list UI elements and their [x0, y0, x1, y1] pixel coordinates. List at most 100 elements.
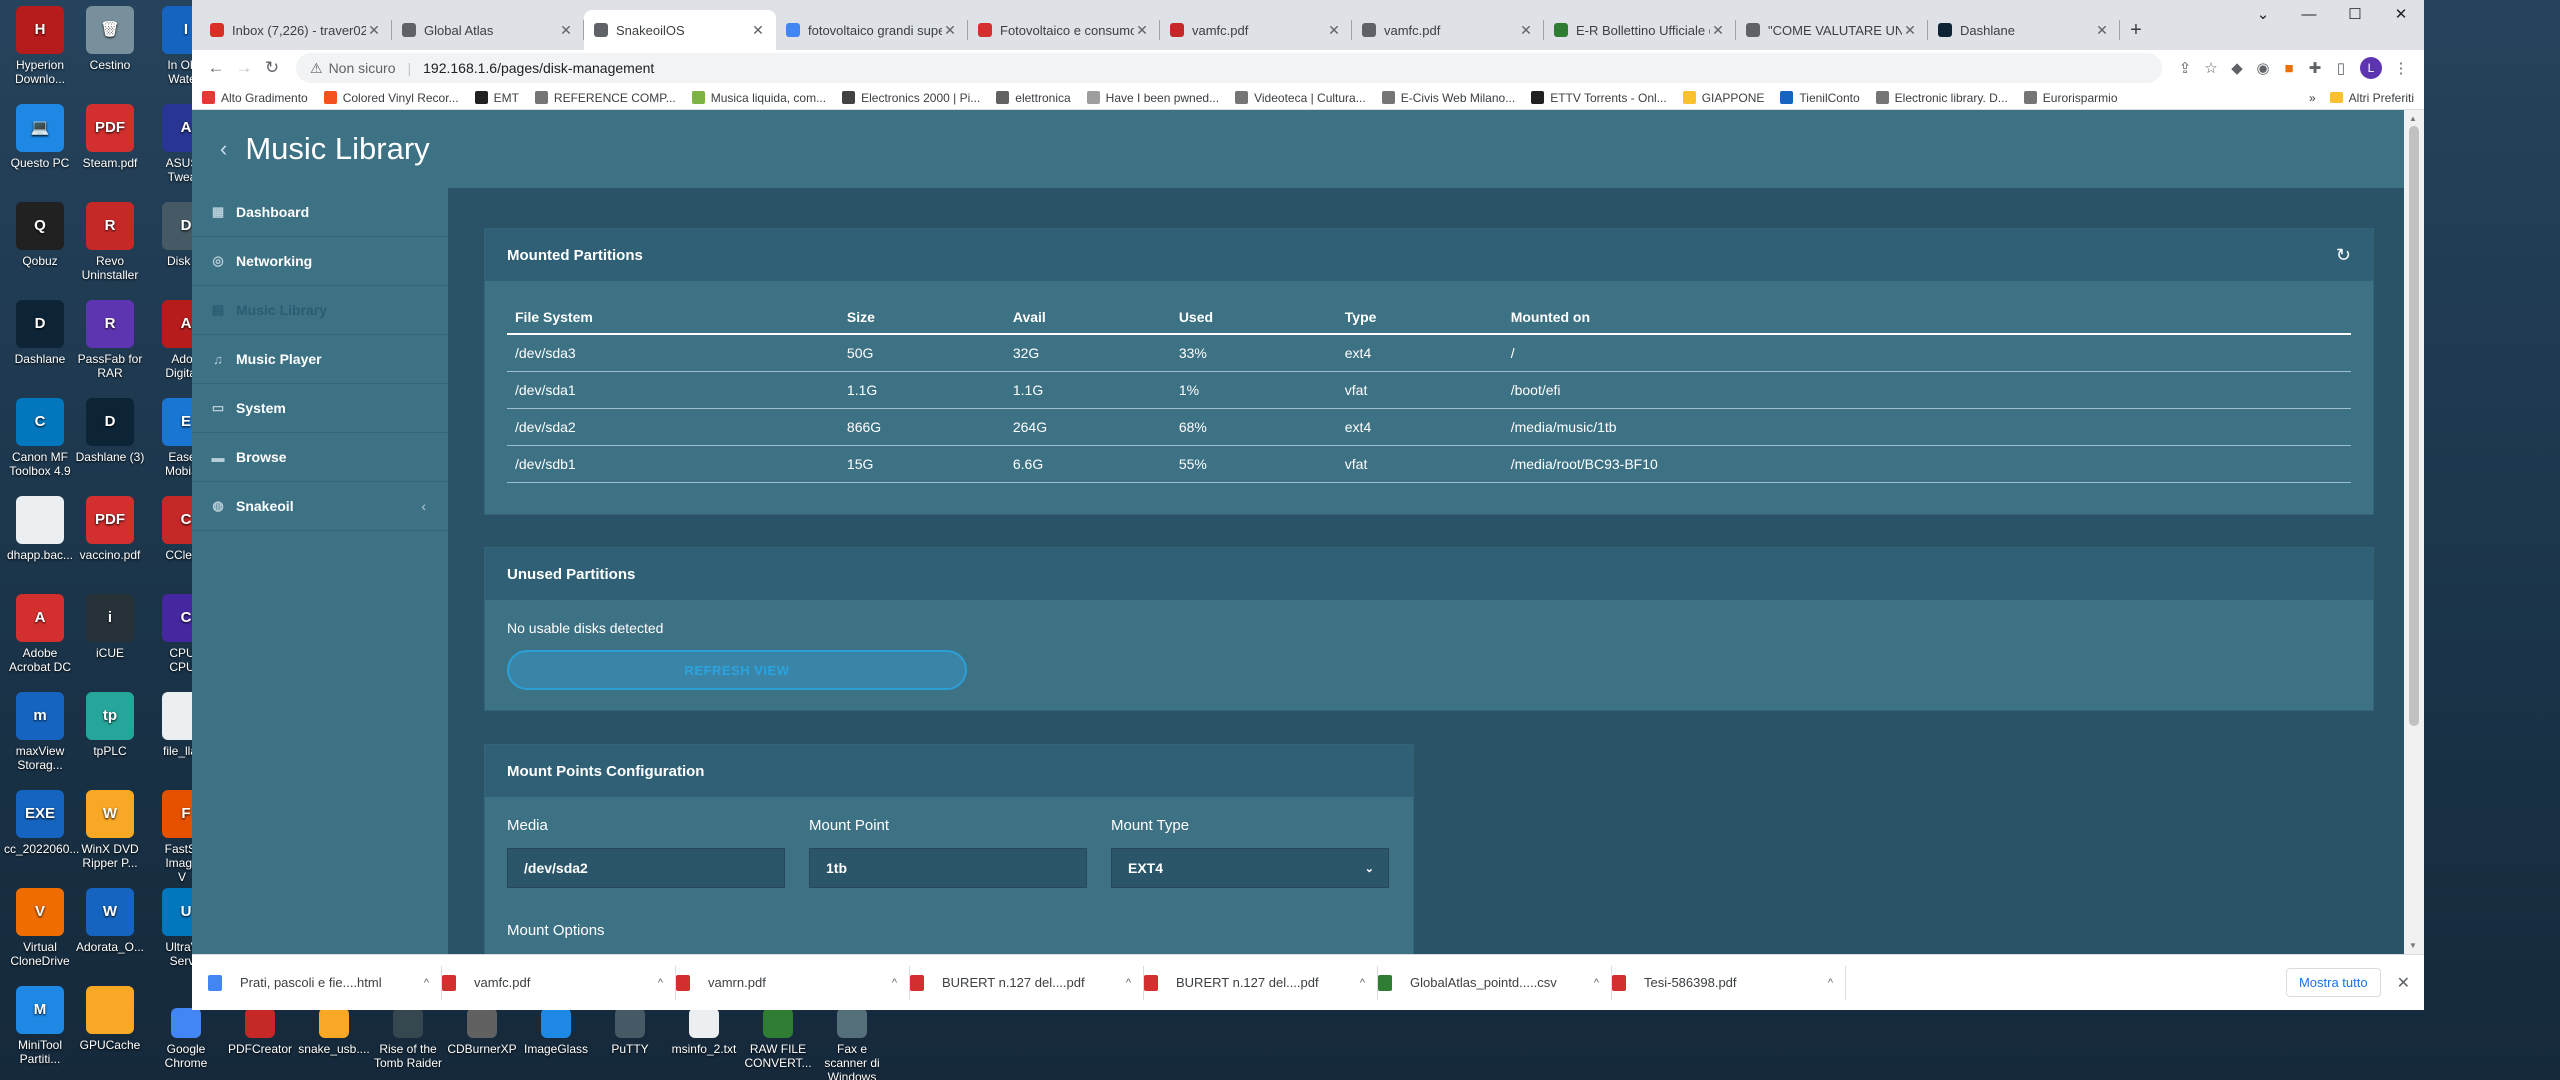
browser-tab[interactable]: "COME VALUTARE UN PI✕: [1736, 10, 1928, 50]
dashlane-extension-icon[interactable]: ◆: [2224, 59, 2250, 77]
mount-point-input[interactable]: 1tb: [809, 848, 1087, 888]
desktop-icon[interactable]: W WinX DVD Ripper P...: [74, 790, 146, 870]
bookmark-item[interactable]: TienilConto: [1780, 91, 1860, 105]
desktop-icon[interactable]: ImageGlass: [520, 1008, 592, 1056]
tab-close-icon[interactable]: ✕: [750, 22, 766, 39]
desktop-icon[interactable]: V Virtual CloneDrive: [4, 888, 76, 968]
refresh-icon[interactable]: ↻: [2336, 245, 2351, 266]
chevron-left-icon[interactable]: ‹: [421, 498, 426, 514]
scroll-down-icon[interactable]: ▼: [2409, 941, 2417, 950]
desktop-icon[interactable]: snake_usb....: [298, 1008, 370, 1056]
chevron-up-icon[interactable]: ^: [892, 977, 897, 989]
download-item[interactable]: Prati, pascoli e fie....html ^: [208, 965, 442, 1000]
download-item[interactable]: BURERT n.127 del....pdf ^: [910, 965, 1144, 1000]
desktop-icon[interactable]: H Hyperion Downlo...: [4, 6, 76, 86]
other-bookmarks[interactable]: Altri Preferiti: [2349, 91, 2414, 105]
bookmark-item[interactable]: Electronics 2000 | Pi...: [842, 91, 980, 105]
refresh-view-button[interactable]: REFRESH VIEW: [507, 650, 967, 690]
browser-tab[interactable]: E-R Bollettino Ufficiale d ✕: [1544, 10, 1736, 50]
tab-search-icon[interactable]: ⌄: [2240, 0, 2286, 28]
bookmark-item[interactable]: GIAPPONE: [1682, 91, 1764, 105]
download-item[interactable]: vamfc.pdf ^: [442, 965, 676, 1000]
bookmark-item[interactable]: Eurorisparmio: [2023, 91, 2118, 105]
tab-close-icon[interactable]: ✕: [1518, 22, 1534, 39]
tab-close-icon[interactable]: ✕: [1134, 22, 1150, 39]
desktop-icon[interactable]: R Revo Uninstaller: [74, 202, 146, 282]
scroll-up-icon[interactable]: ▲: [2409, 114, 2417, 123]
maximize-button[interactable]: ☐: [2332, 0, 2378, 28]
desktop-icon[interactable]: Q Qobuz: [4, 202, 76, 268]
red-extension-icon[interactable]: ■: [2276, 60, 2302, 77]
desktop-icon[interactable]: GPUCache: [74, 986, 146, 1052]
security-label[interactable]: Non sicuro: [329, 60, 396, 76]
sidebar-item-system[interactable]: ▭ System: [192, 384, 448, 433]
desktop-icon[interactable]: msinfo_2.txt: [668, 1008, 740, 1056]
desktop-icon[interactable]: CDBurnerXP: [446, 1008, 518, 1056]
desktop-icon[interactable]: W Adorata_O...: [74, 888, 146, 954]
browser-tab[interactable]: Dashlane ✕: [1928, 10, 2120, 50]
side-panel-icon[interactable]: ▯: [2328, 59, 2354, 77]
desktop-icon[interactable]: Google Chrome: [150, 1008, 222, 1070]
tab-close-icon[interactable]: ✕: [1710, 22, 1726, 39]
bookmark-item[interactable]: ETTV Torrents - Onl...: [1531, 91, 1667, 105]
desktop-icon[interactable]: dhapp.bac...: [4, 496, 76, 562]
download-item[interactable]: BURERT n.127 del....pdf ^: [1144, 965, 1378, 1000]
desktop-icon[interactable]: m maxView Storag...: [4, 692, 76, 772]
tab-close-icon[interactable]: ✕: [1902, 22, 1918, 39]
chevron-up-icon[interactable]: ^: [1360, 977, 1365, 989]
chevron-up-icon[interactable]: ^: [1828, 977, 1833, 989]
profile-avatar[interactable]: L: [2360, 57, 2382, 79]
show-all-button[interactable]: Mostra tutto: [2285, 968, 2381, 997]
desktop-icon[interactable]: D Dashlane: [4, 300, 76, 366]
sidebar-item-dashboard[interactable]: ▦ Dashboard: [192, 188, 448, 237]
tab-close-icon[interactable]: ✕: [558, 22, 574, 39]
desktop-icon[interactable]: PDF vaccino.pdf: [74, 496, 146, 562]
desktop-icon[interactable]: PDF Steam.pdf: [74, 104, 146, 170]
bookmark-item[interactable]: REFERENCE COMP...: [534, 91, 676, 105]
tab-close-icon[interactable]: ✕: [942, 22, 958, 39]
desktop-icon[interactable]: RAW FILE CONVERT...: [742, 1008, 814, 1070]
bookmark-item[interactable]: Musica liquida, com...: [691, 91, 826, 105]
chevron-up-icon[interactable]: ^: [658, 977, 663, 989]
bookmark-item[interactable]: elettronica: [996, 91, 1071, 105]
back-arrow-icon[interactable]: ←: [202, 58, 230, 78]
page-scrollbar[interactable]: ▲ ▼: [2404, 110, 2424, 954]
chevron-up-icon[interactable]: ^: [424, 977, 429, 989]
close-window-button[interactable]: ✕: [2378, 0, 2424, 28]
browser-tab[interactable]: Fotovoltaico e consumo ✕: [968, 10, 1160, 50]
extension-icon[interactable]: ◉: [2250, 59, 2276, 77]
close-shelf-icon[interactable]: ✕: [2397, 973, 2410, 993]
bookmark-item[interactable]: Electronic library. D...: [1875, 91, 2008, 105]
puzzle-icon[interactable]: ✚: [2302, 59, 2328, 77]
share-icon[interactable]: ⇪: [2172, 59, 2198, 77]
media-input[interactable]: /dev/sda2: [507, 848, 785, 888]
desktop-icon[interactable]: D Dashlane (3): [74, 398, 146, 464]
minimize-button[interactable]: —: [2286, 0, 2332, 28]
download-item[interactable]: vamrn.pdf ^: [676, 965, 910, 1000]
desktop-icon[interactable]: tp tpPLC: [74, 692, 146, 758]
desktop-icon[interactable]: Fax e scanner di Windows: [816, 1008, 888, 1080]
desktop-icon[interactable]: R PassFab for RAR: [74, 300, 146, 380]
sidebar-item-music-player[interactable]: ♫ Music Player: [192, 335, 448, 384]
sidebar-item-browse[interactable]: ▬ Browse: [192, 433, 448, 482]
desktop-icon[interactable]: Rise of the Tomb Raider: [372, 1008, 444, 1070]
new-tab-button[interactable]: +: [2120, 10, 2152, 50]
bookmark-star-icon[interactable]: ☆: [2198, 59, 2224, 77]
sidebar-item-music-library[interactable]: ▤ Music Library: [192, 286, 448, 335]
mount-type-select[interactable]: EXT4 ⌄: [1111, 848, 1389, 888]
desktop-icon[interactable]: A Adobe Acrobat DC: [4, 594, 76, 674]
menu-icon[interactable]: ⋮: [2388, 59, 2414, 77]
tab-close-icon[interactable]: ✕: [2094, 22, 2110, 39]
desktop-icon[interactable]: 🗑 Cestino: [74, 6, 146, 72]
bookmark-item[interactable]: Colored Vinyl Recor...: [323, 91, 459, 105]
sidebar-item-networking[interactable]: ◎ Networking: [192, 237, 448, 286]
browser-tab[interactable]: SnakeoilOS ✕: [584, 10, 776, 50]
desktop-icon[interactable]: C Canon MF Toolbox 4.9: [4, 398, 76, 478]
chevron-up-icon[interactable]: ^: [1126, 977, 1131, 989]
scrollbar-thumb[interactable]: [2409, 126, 2419, 726]
back-chevron-icon[interactable]: ‹: [220, 136, 227, 162]
desktop-icon[interactable]: EXE cc_2022060...: [4, 790, 79, 856]
bookmark-item[interactable]: Alto Gradimento: [202, 91, 308, 105]
browser-tab[interactable]: Inbox (7,226) - traver028 ✕: [200, 10, 392, 50]
sidebar-item-snakeoil[interactable]: ◍ Snakeoil ‹: [192, 482, 448, 531]
